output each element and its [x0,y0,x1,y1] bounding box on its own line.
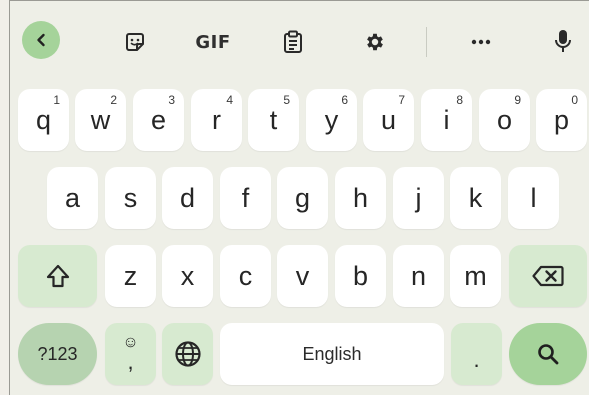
voice-input-button[interactable] [542,21,584,63]
key-p[interactable]: p0 [536,89,587,151]
key-label: i [443,104,450,135]
key-c[interactable]: c [220,245,271,307]
key-g[interactable]: g [277,167,328,229]
key-r[interactable]: r4 [191,89,242,151]
toolbar-divider [426,27,427,57]
key-label: v [295,260,310,291]
keyboard: GIF q 1 w 2 e 3 r 4 t 5 y 6 u 7 i 8 o 9 … [9,0,589,395]
key-label: f [241,182,250,213]
more-button[interactable] [460,21,502,63]
key-label: j [415,182,422,213]
key-n[interactable]: n [393,245,444,307]
key-i[interactable]: i8 [421,89,472,151]
clipboard-button[interactable] [272,21,314,63]
symbols-label: ?123 [37,343,78,364]
backspace-key[interactable] [509,245,587,307]
key-hint: 7 [398,93,405,107]
key-h[interactable]: h [335,167,386,229]
space-label: English [302,343,362,364]
key-label: r [212,104,221,135]
symbols-key[interactable]: ?123 [18,323,97,385]
key-hint: 8 [456,93,463,107]
key-m[interactable]: m [450,245,501,307]
clipboard-icon [284,30,302,53]
key-hint: 6 [341,93,348,107]
key-u[interactable]: u7 [363,89,414,151]
key-l[interactable]: l [508,167,559,229]
chevron-left-icon [37,33,45,47]
gif-button[interactable]: GIF [190,21,236,63]
key-label: y [324,104,339,135]
key-y[interactable]: y6 [306,89,357,151]
gear-icon [367,33,383,51]
space-bar[interactable]: English [220,323,444,385]
key-label: l [530,182,537,213]
emoji-comma-key[interactable]: ☺ , [105,323,156,385]
key-label: d [179,182,196,213]
key-hint: 5 [283,93,290,107]
shift-key[interactable] [18,245,97,307]
key-hint: 1 [53,93,60,107]
key-label: g [294,182,311,213]
keyboard-toolbar: GIF [10,1,589,75]
key-e[interactable]: e3 [133,89,184,151]
sticker-button[interactable] [114,21,156,63]
search-key[interactable] [509,323,587,385]
key-k[interactable]: k [450,167,501,229]
key-hint: 3 [168,93,175,107]
language-key[interactable] [162,323,213,385]
key-o[interactable]: o9 [479,89,530,151]
microphone-icon [555,30,571,52]
key-hint: 9 [514,93,521,107]
key-z[interactable]: z [105,245,156,307]
emoji-comma-stack: ☺ , [122,335,138,373]
key-label: k [468,182,483,213]
key-label: h [352,182,369,213]
key-label: n [410,260,427,291]
key-label: m [464,260,487,291]
key-label: q [35,104,52,135]
key-label: c [238,260,253,291]
key-label: w [90,104,111,135]
settings-button[interactable] [354,21,396,63]
key-label: e [150,104,167,135]
key-hint: 2 [110,93,117,107]
sticker-icon [126,33,144,51]
period-label: . [473,347,480,372]
search-icon [538,344,559,365]
gif-label: GIF [195,31,231,53]
more-icon [471,39,491,45]
globe-icon [174,341,201,367]
key-label: b [352,260,369,291]
key-hint: 0 [571,93,578,107]
key-q[interactable]: q1 [18,89,69,151]
key-label: t [269,104,278,135]
key-x[interactable]: x [162,245,213,307]
key-label: s [123,182,138,213]
key-b[interactable]: b [335,245,386,307]
key-label: u [380,104,397,135]
key-d[interactable]: d [162,167,213,229]
back-button[interactable] [22,21,60,59]
shift-icon [46,264,69,288]
key-label: z [123,260,138,291]
key-a[interactable]: a [47,167,98,229]
key-s[interactable]: s [105,167,156,229]
backspace-icon [532,265,564,287]
key-f[interactable]: f [220,167,271,229]
comma-label: , [127,349,134,374]
key-v[interactable]: v [277,245,328,307]
key-label: o [496,104,513,135]
period-key[interactable]: . [451,323,502,385]
key-w[interactable]: w2 [75,89,126,151]
key-label: a [64,182,81,213]
key-label: p [553,104,570,135]
key-label: x [180,260,195,291]
key-j[interactable]: j [393,167,444,229]
key-t[interactable]: t5 [248,89,299,151]
key-hint: 4 [226,93,233,107]
